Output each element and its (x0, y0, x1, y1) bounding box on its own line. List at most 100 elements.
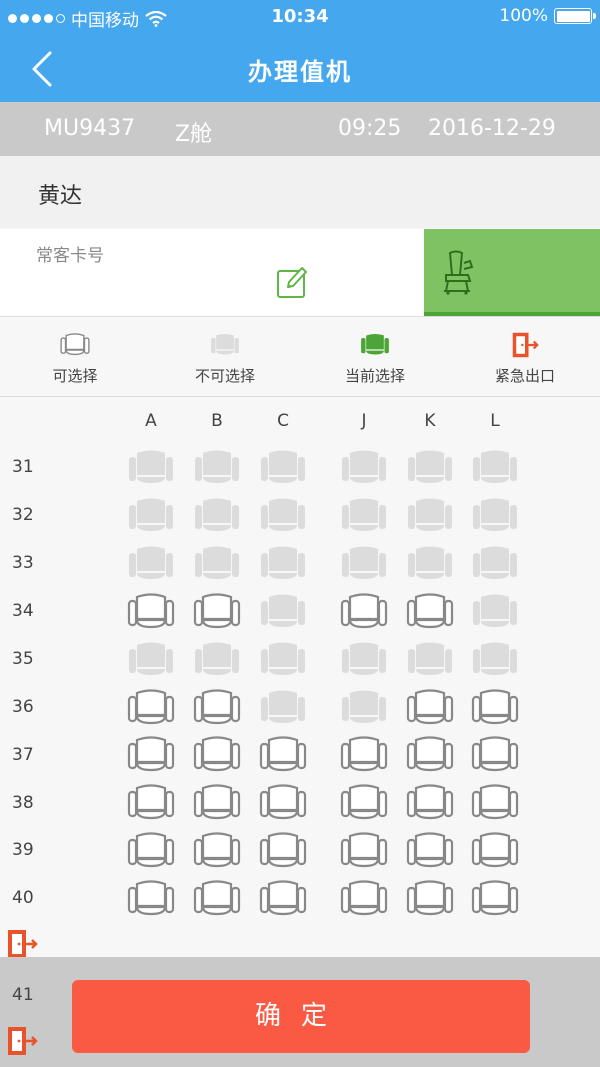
seat-31c (261, 450, 305, 483)
seat-39c[interactable] (259, 832, 307, 870)
column-label-c: C (277, 411, 289, 431)
seat-39j[interactable] (340, 832, 388, 870)
seat-36l[interactable] (471, 688, 519, 727)
row-number: 32 (12, 505, 34, 525)
seat-36a[interactable] (127, 688, 175, 727)
seat-32k (408, 498, 452, 531)
available-seat-icon (60, 333, 90, 356)
row-number: 31 (12, 457, 34, 477)
seat-35c (261, 642, 305, 675)
seat-38b[interactable] (193, 784, 241, 822)
seat-37c[interactable] (259, 736, 307, 774)
seat-40k[interactable] (406, 880, 454, 918)
confirm-button[interactable]: 确定 (72, 980, 530, 1053)
seat-38l[interactable] (471, 784, 519, 822)
seat-34a[interactable] (127, 593, 175, 631)
row-number: 37 (12, 745, 34, 765)
emergency-exit-icon (512, 332, 539, 358)
nav-bar: 办理值机 (0, 34, 600, 102)
column-label-l: L (490, 411, 500, 431)
column-label-k: K (424, 411, 436, 431)
seat-31a (129, 450, 173, 483)
seat-37a[interactable] (127, 736, 175, 774)
seat-34j[interactable] (340, 593, 388, 631)
legend-unavailable: 不可选择 (165, 329, 285, 386)
seat-37l[interactable] (471, 736, 519, 774)
passenger-row: 黄达 (0, 156, 600, 228)
legend-available-label: 可选择 (52, 367, 98, 385)
seat-34k[interactable] (406, 593, 454, 631)
seat-38c[interactable] (259, 784, 307, 822)
seat-37j[interactable] (340, 736, 388, 774)
battery-icon (554, 8, 596, 24)
seat-39k[interactable] (406, 832, 454, 870)
frequent-flyer-label: 常客卡号 (36, 246, 104, 266)
seat-33a (129, 546, 173, 579)
seat-32a (129, 498, 173, 531)
legend-exit: 紧急出口 (465, 329, 585, 386)
frequent-flyer-row: 常客卡号 (0, 229, 600, 317)
seat-40l[interactable] (471, 880, 519, 918)
seat-legend: 可选择 不可选择 当前选择 紧急出口 (0, 317, 600, 397)
seat-39a[interactable] (127, 832, 175, 870)
seat-38a[interactable] (127, 784, 175, 822)
seat-36b[interactable] (193, 688, 241, 727)
cabin-class: Z舱 (175, 122, 213, 147)
seat-33l (473, 546, 517, 579)
seat-39l[interactable] (471, 832, 519, 870)
seat-map: A B C J K L 31 32 33 34 35 36 37 38 39 4… (0, 397, 600, 958)
seat-33j (342, 546, 386, 579)
seat-38j[interactable] (340, 784, 388, 822)
seat-34c (261, 594, 305, 627)
legend-exit-label: 紧急出口 (494, 367, 555, 385)
row-number: 41 (12, 985, 34, 1005)
seat-35k (408, 642, 452, 675)
seat-37k[interactable] (406, 736, 454, 774)
seat-selection-tab[interactable] (424, 229, 600, 316)
seat-32j (342, 498, 386, 531)
column-label-b: B (211, 411, 223, 431)
seat-31b (195, 450, 239, 483)
row-number: 34 (12, 601, 34, 621)
seat-36j (342, 690, 386, 723)
battery-group: 100% (499, 6, 596, 26)
status-bar: 中国移动 10:34 100% (0, 0, 600, 34)
seat-36k[interactable] (406, 688, 454, 727)
legend-selected: 当前选择 (315, 329, 435, 386)
seat-38k[interactable] (406, 784, 454, 822)
departure-time: 09:25 (338, 116, 402, 141)
seat-36c (261, 690, 305, 723)
legend-selected-label: 当前选择 (344, 367, 405, 385)
seat-40c[interactable] (259, 880, 307, 918)
seat-35a (129, 642, 173, 675)
emergency-exit-icon (8, 930, 38, 958)
seat-34b[interactable] (193, 593, 241, 631)
seat-39b[interactable] (193, 832, 241, 870)
row-number: 33 (12, 553, 34, 573)
row-number: 39 (12, 840, 34, 860)
seat-40j[interactable] (340, 880, 388, 918)
column-label-a: A (145, 411, 157, 431)
row-number: 38 (12, 793, 34, 813)
seat-33k (408, 546, 452, 579)
edit-icon[interactable] (276, 265, 308, 299)
emergency-exit-icon (8, 1027, 38, 1055)
seat-40b[interactable] (193, 880, 241, 918)
flight-number: MU9437 (44, 116, 136, 141)
passenger-name: 黄达 (38, 184, 83, 209)
seat-34l (473, 594, 517, 627)
seat-35l (473, 642, 517, 675)
bottom-bar: 41 确定 (0, 957, 600, 1067)
selected-seat-icon (361, 333, 389, 355)
unavailable-seat-icon (211, 333, 239, 355)
flight-info-bar: MU9437 Z舱 09:25 2016-12-29 (0, 102, 600, 156)
seat-37b[interactable] (193, 736, 241, 774)
seat-31l (473, 450, 517, 483)
seat-40a[interactable] (127, 880, 175, 918)
seat-31j (342, 450, 386, 483)
seat-31k (408, 450, 452, 483)
seat-33b (195, 546, 239, 579)
seat-33c (261, 546, 305, 579)
row-number: 40 (12, 888, 34, 908)
column-label-j: J (361, 411, 367, 431)
